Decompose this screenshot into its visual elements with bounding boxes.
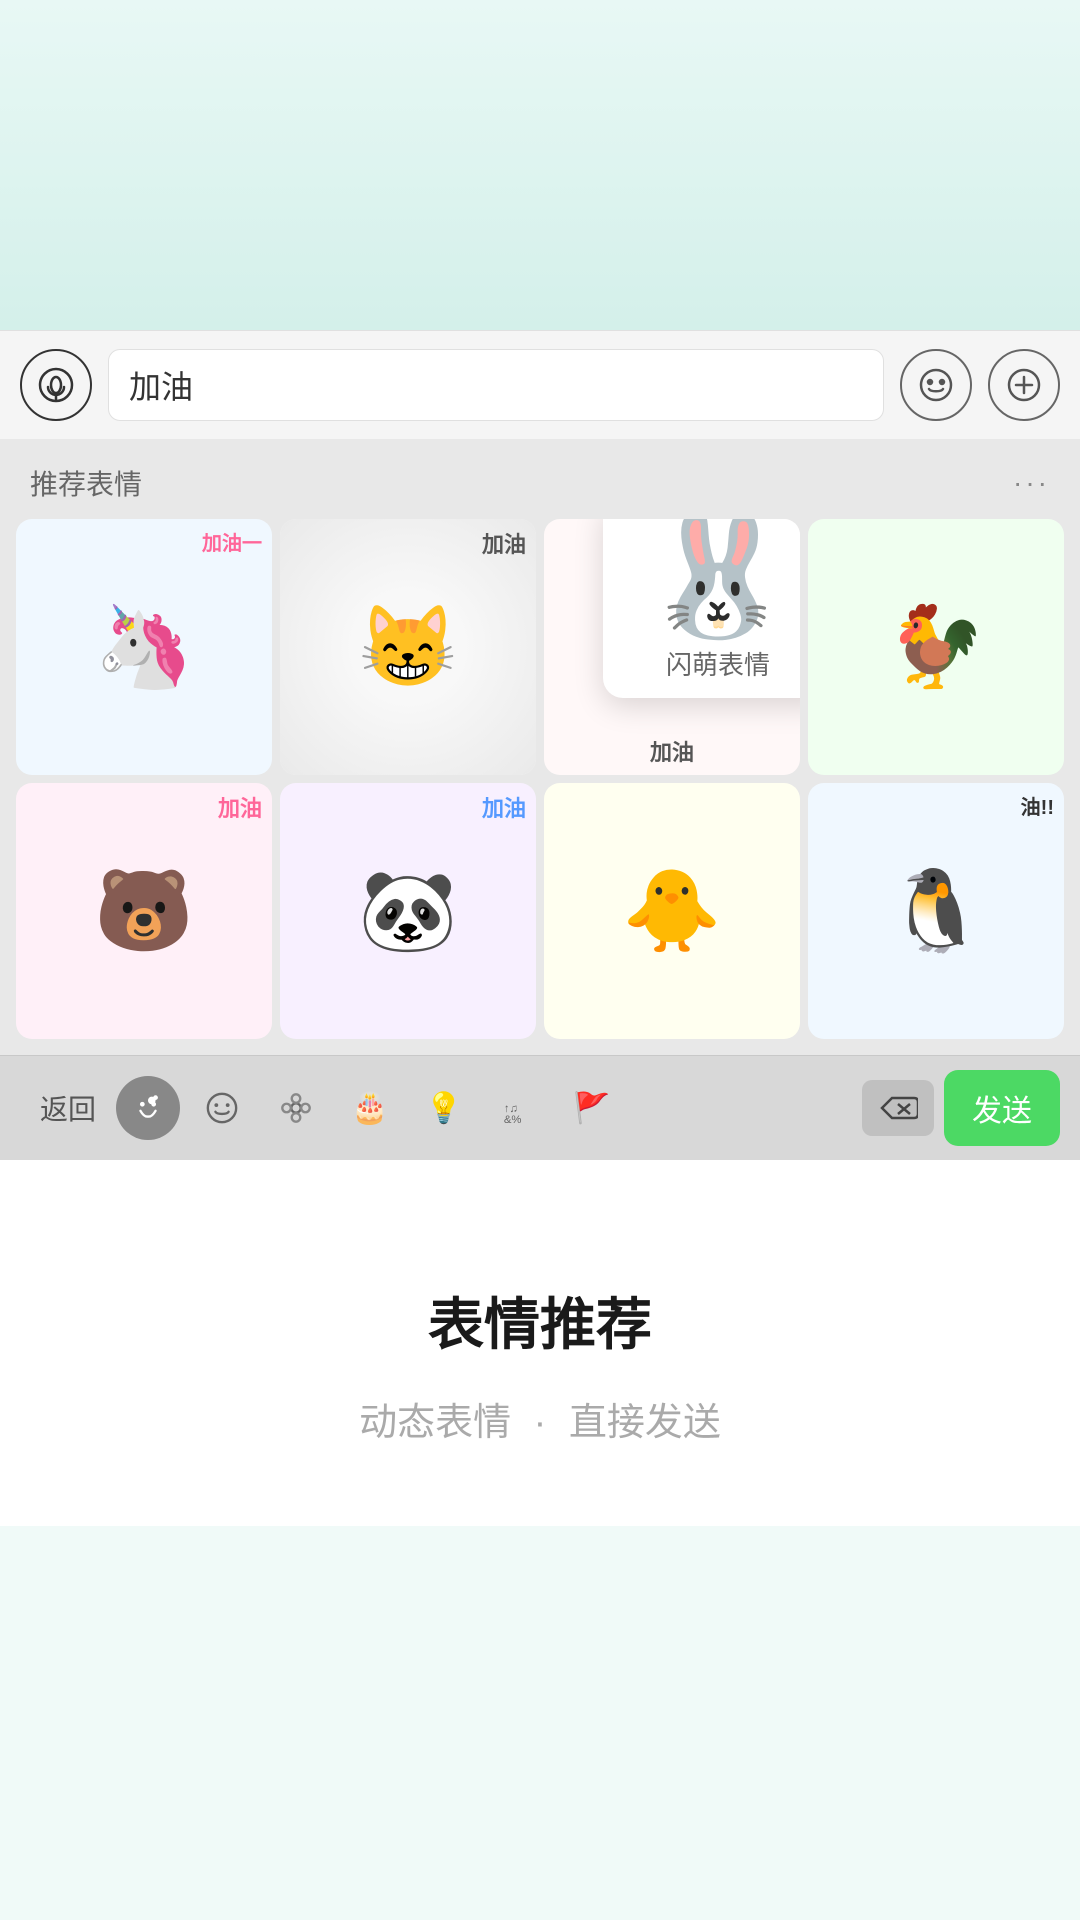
voice-button[interactable] bbox=[20, 349, 92, 421]
emoji-button[interactable] bbox=[900, 349, 972, 421]
feature-title: 表情推荐 bbox=[428, 1280, 652, 1361]
send-button[interactable]: 发送 bbox=[944, 1070, 1060, 1146]
sticker-popup: 🐰 闪萌表情 bbox=[603, 519, 800, 698]
panel-title: 推荐表情 bbox=[30, 463, 142, 503]
sticker-item-8[interactable]: 🐧 油!! bbox=[808, 783, 1064, 1039]
toolbar-icons: 🎂 💡 ↑♫ &% 🚩 bbox=[116, 1076, 862, 1140]
plus-button[interactable] bbox=[988, 349, 1060, 421]
toolbar-bulb-icon[interactable]: 💡 bbox=[412, 1076, 476, 1140]
toolbar-special-icon[interactable]: ↑♫ &% bbox=[486, 1076, 550, 1140]
sticker-item-5[interactable]: 🐻 加油 bbox=[16, 783, 272, 1039]
feature-subtitle-dot: · bbox=[534, 1402, 547, 1444]
message-input[interactable]: 加油 bbox=[108, 349, 884, 421]
more-options-button[interactable]: ··· bbox=[1013, 467, 1050, 499]
emoji-panel: 推荐表情 ··· 🦄 加油一 😸 加油 🐰 闪萌表情 bbox=[0, 439, 1080, 1160]
chat-area bbox=[0, 0, 1080, 330]
svg-text:↑♫: ↑♫ bbox=[504, 1103, 518, 1115]
keyboard-toolbar: 返回 bbox=[0, 1055, 1080, 1160]
input-bar: 加油 bbox=[0, 330, 1080, 439]
sticker-item-7[interactable]: 🐥 bbox=[544, 783, 800, 1039]
sticker-item-3[interactable]: 🐰 闪萌表情 🐰 加油 bbox=[544, 519, 800, 775]
feature-subtitle-part2: 直接发送 bbox=[569, 1402, 721, 1444]
sticker-item-6[interactable]: 🐼 加油 bbox=[280, 783, 536, 1039]
sticker-item-4[interactable]: 🐓 bbox=[808, 519, 1064, 775]
panel-header: 推荐表情 ··· bbox=[0, 439, 1080, 519]
feature-section: 表情推荐 动态表情 · 直接发送 bbox=[0, 1160, 1080, 1526]
sticker-item-2[interactable]: 😸 加油 bbox=[280, 519, 536, 775]
toolbar-emoji-icon[interactable] bbox=[190, 1076, 254, 1140]
toolbar-flag-icon[interactable]: 🚩 bbox=[560, 1076, 624, 1140]
feature-subtitle-part1: 动态表情 bbox=[359, 1402, 511, 1444]
delete-button[interactable] bbox=[862, 1080, 934, 1136]
sticker-item-1[interactable]: 🦄 加油一 bbox=[16, 519, 272, 775]
back-button[interactable]: 返回 bbox=[20, 1078, 116, 1138]
svg-text:&%: &% bbox=[504, 1114, 522, 1125]
feature-subtitle: 动态表情 · 直接发送 bbox=[359, 1391, 721, 1446]
toolbar-sticker-icon[interactable] bbox=[116, 1076, 180, 1140]
toolbar-cake-icon[interactable]: 🎂 bbox=[338, 1076, 402, 1140]
sticker-grid: 🦄 加油一 😸 加油 🐰 闪萌表情 🐰 加油 bbox=[0, 519, 1080, 1055]
toolbar-flower-icon[interactable] bbox=[264, 1076, 328, 1140]
